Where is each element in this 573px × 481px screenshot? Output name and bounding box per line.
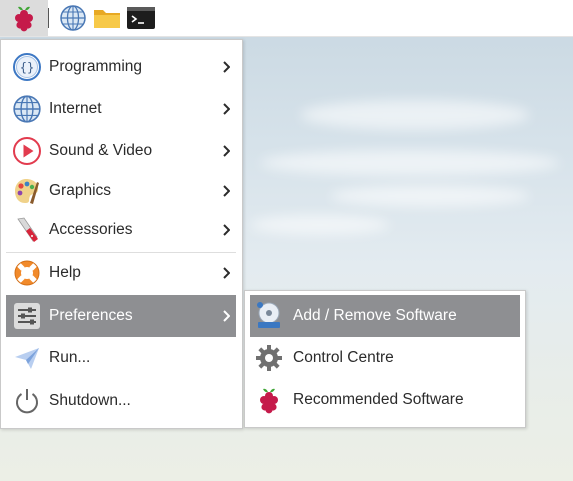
menu-item-shutdown[interactable]: Shutdown... (6, 380, 236, 422)
menu-item-label: Help (49, 264, 81, 281)
paper-plane-icon (7, 343, 47, 373)
sliders-icon (7, 301, 47, 331)
terminal-button[interactable] (124, 0, 158, 36)
menu-item-label: Accessories (49, 221, 133, 238)
raspberry-icon (250, 386, 288, 414)
play-icon (7, 136, 47, 166)
programming-icon: {} (7, 52, 47, 82)
chevron-right-icon (216, 224, 236, 236)
menu-item-preferences[interactable]: Preferences (6, 295, 236, 337)
menu-item-label: Programming (49, 58, 143, 75)
knife-icon (7, 215, 47, 245)
chevron-right-icon (216, 61, 236, 73)
menu-item-label: Run... (49, 349, 91, 366)
chevron-right-icon (216, 310, 236, 322)
submenu-item-label: Recommended Software (293, 391, 464, 408)
menu-item-help[interactable]: Help (6, 252, 236, 294)
raspberry-menu-button[interactable] (0, 0, 48, 36)
menu-item-graphics[interactable]: Graphics (6, 170, 236, 212)
chevron-right-icon (216, 185, 236, 197)
globe-icon (7, 94, 47, 124)
main-menu: {} Programming Internet Sound & Video Gr… (0, 39, 243, 429)
preferences-submenu: Add / Remove Software Control Centre Rec… (244, 290, 526, 428)
submenu-item-add-remove-software[interactable]: Add / Remove Software (250, 295, 520, 337)
disc-install-icon (250, 301, 288, 331)
gear-icon (250, 343, 288, 373)
menu-item-sound-video[interactable]: Sound & Video (6, 130, 236, 172)
menu-item-label: Shutdown... (49, 392, 131, 409)
chevron-right-icon (216, 145, 236, 157)
taskbar (0, 0, 573, 37)
globe-icon (60, 5, 86, 31)
lifebuoy-icon (7, 258, 47, 288)
menu-item-accessories[interactable]: Accessories (6, 209, 236, 251)
raspberry-icon (15, 6, 33, 32)
wallpaper-cloud (300, 100, 530, 130)
menu-item-label: Graphics (49, 182, 112, 199)
wallpaper-cloud (330, 185, 530, 207)
wallpaper-cloud (260, 150, 560, 176)
web-browser-button[interactable] (56, 0, 90, 36)
menu-item-run[interactable]: Run... (6, 337, 236, 379)
palette-icon (7, 176, 47, 206)
menu-item-label: Preferences (49, 307, 133, 324)
menu-item-programming[interactable]: {} Programming (6, 46, 236, 88)
file-manager-button[interactable] (90, 0, 124, 36)
chevron-right-icon (216, 103, 236, 115)
wallpaper-cloud (250, 215, 390, 235)
taskbar-separator (48, 8, 49, 28)
power-icon (7, 386, 47, 416)
folder-icon (94, 10, 120, 28)
submenu-item-label: Control Centre (293, 349, 394, 366)
menu-item-label: Sound & Video (49, 142, 153, 159)
menu-item-label: Internet (49, 100, 102, 117)
terminal-icon (127, 7, 155, 29)
submenu-item-label: Add / Remove Software (293, 307, 457, 324)
submenu-item-recommended-software[interactable]: Recommended Software (250, 379, 520, 421)
submenu-item-control-centre[interactable]: Control Centre (250, 337, 520, 379)
menu-item-internet[interactable]: Internet (6, 88, 236, 130)
chevron-right-icon (216, 267, 236, 279)
svg-text:{}: {} (20, 61, 34, 75)
